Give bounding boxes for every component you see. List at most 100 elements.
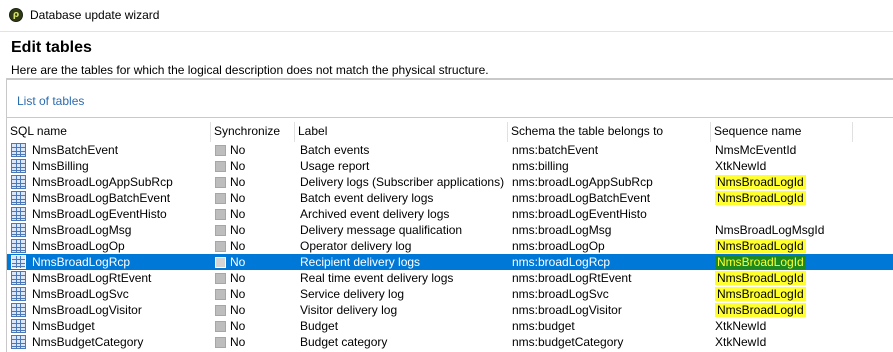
table-row[interactable]: NmsBatchEvent No Batch events nms:batchEven… — [7, 142, 893, 158]
column-header-synchronize[interactable]: Synchronize — [211, 122, 295, 142]
sequence-name-cell: NmsBroadLogId — [715, 270, 855, 286]
sql-name-cell: NmsBroadLogRtEvent — [32, 271, 152, 285]
synchronize-value: No — [230, 159, 246, 173]
table-icon — [11, 175, 26, 189]
schema-cell: nms:broadLogVisitor — [512, 303, 622, 317]
table-row[interactable]: NmsBudget No Budget nms:budget XtkNewId — [7, 318, 893, 334]
synchronize-cell[interactable]: No — [215, 222, 295, 238]
label-cell: Archived event delivery logs — [300, 207, 450, 221]
synchronize-cell[interactable]: No — [215, 254, 295, 270]
synchronize-cell[interactable]: No — [215, 302, 295, 318]
synchronize-cell[interactable]: No — [215, 174, 295, 190]
sql-name-cell: NmsBilling — [32, 159, 89, 173]
label-cell: Visitor delivery log — [300, 303, 398, 317]
table-icon — [11, 255, 26, 269]
synchronize-cell[interactable]: No — [215, 238, 295, 254]
synchronize-value: No — [230, 207, 246, 221]
synchronize-value: No — [230, 223, 246, 237]
synchronize-checkbox[interactable] — [215, 177, 226, 188]
sql-name-cell: NmsBroadLogVisitor — [32, 303, 142, 317]
synchronize-checkbox[interactable] — [215, 193, 226, 204]
synchronize-value: No — [230, 271, 246, 285]
table-row[interactable]: NmsBudgetCategory No Budget category nms:bu… — [7, 334, 893, 350]
table-row[interactable]: NmsBroadLogBatchEvent No Batch event deliv… — [7, 190, 893, 206]
sql-name-cell: NmsBroadLogAppSubRcp — [32, 175, 173, 189]
sql-name-cell: NmsBatchEvent — [32, 143, 119, 157]
sequence-name-cell: NmsBroadLogId — [715, 286, 855, 302]
sequence-name-value: NmsMcEventId — [715, 143, 797, 157]
schema-cell: nms:budget — [512, 319, 575, 333]
synchronize-cell[interactable]: No — [215, 158, 295, 174]
synchronize-checkbox[interactable] — [215, 289, 226, 300]
synchronize-checkbox[interactable] — [215, 257, 226, 268]
synchronize-cell[interactable]: No — [215, 206, 295, 222]
table-header: SQL name Synchronize Label Schema the ta… — [7, 122, 893, 142]
sequence-name-cell: XtkNewId — [715, 318, 855, 334]
label-cell: Batch events — [300, 143, 370, 157]
table-row[interactable]: NmsBroadLogSvc No Service delivery log nms:… — [7, 286, 893, 302]
table-row[interactable]: NmsBroadLogEventHisto No Archived event de… — [7, 206, 893, 222]
synchronize-cell[interactable]: No — [215, 334, 295, 350]
label-cell: Recipient delivery logs — [300, 255, 421, 269]
synchronize-value: No — [230, 287, 246, 301]
synchronize-value: No — [230, 191, 246, 205]
synchronize-cell[interactable]: No — [215, 270, 295, 286]
sequence-name-value: NmsBroadLogId — [715, 191, 806, 205]
table-icon — [11, 223, 26, 237]
synchronize-checkbox[interactable] — [215, 337, 226, 348]
table-row[interactable]: NmsBroadLogRtEvent No Real time event deli… — [7, 270, 893, 286]
table-icon — [11, 207, 26, 221]
column-header-sql-name[interactable]: SQL name — [7, 122, 211, 142]
table-row[interactable]: NmsBroadLogMsg No Delivery message qualifi… — [7, 222, 893, 238]
table-icon — [11, 159, 26, 173]
synchronize-checkbox[interactable] — [215, 161, 226, 172]
table-row[interactable]: NmsBroadLogOp No Operator delivery log nms:… — [7, 238, 893, 254]
column-header-label[interactable]: Label — [295, 122, 508, 142]
sequence-name-cell: XtkNewId — [715, 334, 855, 350]
table-icon — [11, 287, 26, 301]
table-row[interactable]: NmsBroadLogVisitor No Visitor delivery log… — [7, 302, 893, 318]
schema-cell: nms:broadLogEventHisto — [512, 207, 647, 221]
synchronize-checkbox[interactable] — [215, 241, 226, 252]
synchronize-checkbox[interactable] — [215, 305, 226, 316]
label-cell: Real time event delivery logs — [300, 271, 454, 285]
table-row[interactable]: NmsBroadLogAppSubRcp No Delivery logs (Sub… — [7, 174, 893, 190]
tables-grid[interactable]: SQL name Synchronize Label Schema the ta… — [6, 118, 893, 352]
window-title: Database update wizard — [30, 8, 160, 22]
sql-name-cell: NmsBudgetCategory — [32, 335, 144, 349]
sequence-name-cell: XtkNewId — [715, 158, 855, 174]
sequence-name-cell: NmsBroadLogId — [715, 190, 855, 206]
schema-cell: nms:broadLogOp — [512, 239, 605, 253]
table-row[interactable]: NmsBroadLogRcp No Recipient delivery logs n… — [7, 254, 893, 270]
label-cell: Service delivery log — [300, 287, 405, 301]
label-cell: Usage report — [300, 159, 370, 173]
app-logo-icon: ρ — [9, 8, 23, 22]
schema-cell: nms:broadLogBatchEvent — [512, 191, 651, 205]
label-cell: Budget — [300, 319, 339, 333]
sequence-name-value: XtkNewId — [715, 159, 767, 173]
synchronize-checkbox[interactable] — [215, 225, 226, 236]
schema-cell: nms:broadLogSvc — [512, 287, 609, 301]
label-cell: Delivery logs (Subscriber applications) — [300, 175, 505, 189]
synchronize-checkbox[interactable] — [215, 209, 226, 220]
column-header-schema[interactable]: Schema the table belongs to — [508, 122, 711, 142]
synchronize-checkbox[interactable] — [215, 321, 226, 332]
synchronize-checkbox[interactable] — [215, 273, 226, 284]
label-cell: Operator delivery log — [300, 239, 412, 253]
sql-name-cell: NmsBroadLogSvc — [32, 287, 129, 301]
sequence-name-value: NmsBroadLogId — [715, 175, 806, 189]
schema-cell: nms:budgetCategory — [512, 335, 624, 349]
synchronize-checkbox[interactable] — [215, 145, 226, 156]
schema-cell: nms:broadLogAppSubRcp — [512, 175, 653, 189]
sequence-name-cell: NmsBroadLogMsgId — [715, 222, 855, 238]
title-bar: ρ Database update wizard — [0, 0, 893, 31]
sequence-name-cell: NmsBroadLogId — [715, 254, 855, 270]
table-row[interactable]: NmsBilling No Usage report nms:billing XtkNe… — [7, 158, 893, 174]
synchronize-cell[interactable]: No — [215, 142, 295, 158]
synchronize-cell[interactable]: No — [215, 318, 295, 334]
sequence-name-value: NmsBroadLogId — [715, 271, 806, 285]
label-cell: Delivery message qualification — [300, 223, 463, 237]
column-header-sequence-name[interactable]: Sequence name — [711, 122, 853, 142]
synchronize-cell[interactable]: No — [215, 286, 295, 302]
synchronize-cell[interactable]: No — [215, 190, 295, 206]
